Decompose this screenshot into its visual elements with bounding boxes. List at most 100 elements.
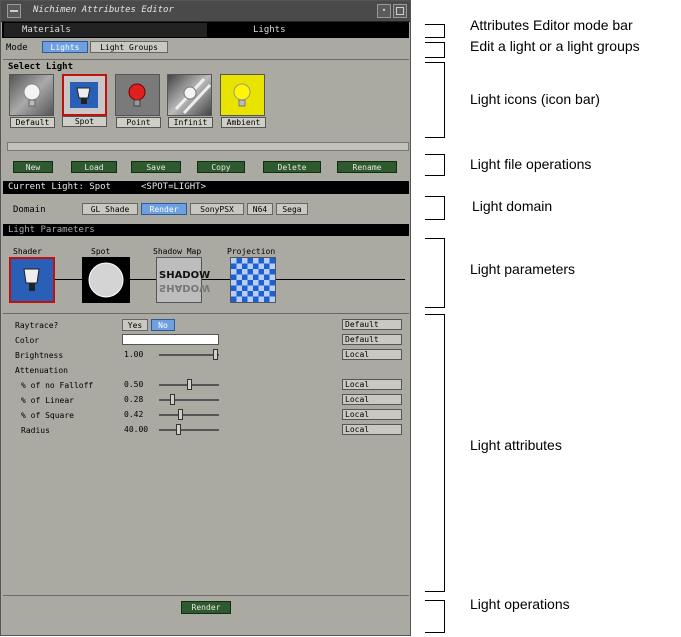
annotation-light-operations: Light operations: [470, 596, 570, 612]
annotation-light-parameters: Light parameters: [470, 261, 576, 277]
render-button[interactable]: Render: [181, 601, 231, 614]
light-icon-label: Ambient: [221, 117, 266, 128]
light-icon-label: Default: [10, 117, 55, 128]
select-light-heading: Select Light: [8, 62, 74, 72]
divider: [3, 595, 409, 596]
linear-slider-thumb[interactable]: [170, 394, 175, 405]
square-value[interactable]: 0.42: [122, 409, 158, 420]
falloff-source-button[interactable]: Local: [342, 379, 402, 390]
linear-value[interactable]: 0.28: [122, 394, 158, 405]
load-button[interactable]: Load: [71, 161, 117, 173]
light-icon-ambient[interactable]: Ambient: [220, 74, 266, 128]
new-button[interactable]: New: [13, 161, 53, 173]
radius-value[interactable]: 40.00: [122, 424, 158, 435]
color-source-button[interactable]: Default: [342, 334, 402, 345]
param-shadow-map-label: Shadow Map: [153, 247, 202, 256]
color-swatch[interactable]: [122, 334, 219, 345]
light-icon-infinite[interactable]: Infinit: [167, 74, 213, 128]
icon-bar-scrollbar[interactable]: [7, 142, 409, 151]
annotation-bracket: [425, 314, 445, 592]
spotlight-icon: [70, 82, 98, 108]
light-parameters-bar: Light Parameters: [3, 224, 409, 236]
param-projection-label: Projection: [227, 247, 276, 256]
radius-source-button[interactable]: Local: [342, 424, 402, 435]
param-shader-swatch[interactable]: [9, 257, 55, 303]
domain-sega-button[interactable]: Sega: [276, 203, 308, 215]
radius-slider-track[interactable]: [159, 429, 219, 431]
tab-materials[interactable]: Materials: [4, 23, 207, 37]
raytrace-yes-button[interactable]: Yes: [122, 319, 148, 331]
falloff-slider-thumb[interactable]: [186, 379, 192, 390]
copy-button[interactable]: Copy: [197, 161, 245, 173]
delete-button[interactable]: Delete: [263, 161, 321, 173]
spotlight-icon: [23, 268, 40, 291]
light-parameters-heading: Light Parameters: [8, 225, 95, 235]
mode-light-groups-button[interactable]: Light Groups: [90, 41, 168, 53]
domain-n64-button[interactable]: N64: [247, 203, 273, 215]
square-slider-track[interactable]: [159, 414, 219, 416]
square-label: % of Square: [21, 411, 74, 420]
annotation-file-operations: Light file operations: [470, 156, 592, 172]
divider: [3, 59, 409, 60]
brightness-slider-thumb[interactable]: [213, 349, 218, 360]
radius-slider-thumb[interactable]: [175, 424, 181, 435]
raytrace-source-button[interactable]: Default: [342, 319, 402, 330]
annotation-bracket: [425, 600, 445, 633]
infinite-light-icon: [174, 77, 212, 115]
maximize-icon[interactable]: [393, 4, 407, 18]
param-shadow-map-swatch[interactable]: SHADOW SHADOW: [156, 257, 210, 303]
falloff-value[interactable]: 0.50: [122, 379, 158, 390]
raytrace-no-button[interactable]: No: [151, 319, 175, 331]
param-spot-swatch[interactable]: [82, 257, 130, 303]
domain-render-button[interactable]: Render: [141, 203, 187, 215]
title-bar[interactable]: Nichimen Attributes Editor •: [1, 1, 410, 22]
linear-slider-track[interactable]: [159, 399, 219, 401]
mode-label: Mode: [6, 43, 28, 53]
current-light-tag: <SPOT=LIGHT>: [141, 182, 207, 192]
save-button[interactable]: Save: [131, 161, 181, 173]
light-icon-label: Spot: [62, 116, 107, 127]
brightness-label: Brightness: [15, 351, 64, 360]
spot-cone-icon: [88, 262, 124, 298]
square-slider-thumb[interactable]: [178, 409, 184, 420]
linear-source-button[interactable]: Local: [342, 394, 402, 405]
square-source-button[interactable]: Local: [342, 409, 402, 420]
annotation-bracket: [425, 62, 445, 138]
color-label: Color: [15, 336, 40, 345]
brightness-slider-track[interactable]: [159, 354, 219, 356]
minimize-icon[interactable]: •: [377, 4, 391, 18]
domain-gl-shade-button[interactable]: GL Shade: [82, 203, 138, 215]
window-menu-icon[interactable]: [7, 4, 21, 18]
window-title: Nichimen Attributes Editor: [33, 5, 174, 15]
radius-label: Radius: [21, 426, 50, 435]
param-spot-label: Spot: [91, 247, 111, 256]
tab-lights[interactable]: Lights: [209, 23, 409, 37]
mode-bar: Materials Lights: [2, 22, 409, 38]
rename-button[interactable]: Rename: [337, 161, 397, 173]
lightbulb-white-icon: [23, 83, 41, 107]
annotation-bracket: [425, 154, 445, 176]
linear-label: % of Linear: [21, 396, 74, 405]
annotation-light-icons: Light icons (icon bar): [470, 91, 600, 107]
lightbulb-yellow-icon: [233, 83, 251, 107]
domain-sonypsx-button[interactable]: SonyPSX: [190, 203, 244, 215]
attributes-editor-window: Nichimen Attributes Editor • Materials L…: [0, 0, 411, 636]
light-icon-default[interactable]: Default: [9, 74, 55, 128]
annotation-bracket: [425, 24, 445, 38]
annotation-bracket: [425, 238, 445, 308]
light-icon-point[interactable]: Point: [115, 74, 161, 128]
brightness-source-button[interactable]: Local: [342, 349, 402, 360]
annotation-bracket: [425, 42, 445, 58]
annotation-light-domain: Light domain: [472, 198, 553, 214]
annotation-mode-bar: Attributes Editor mode bar: [470, 17, 633, 33]
light-icon-spot[interactable]: Spot: [62, 74, 107, 127]
brightness-value[interactable]: 1.00: [122, 349, 158, 360]
annotation-bracket: [425, 196, 445, 220]
shadow-map-reflection: SHADOW: [159, 282, 211, 293]
param-projection-swatch[interactable]: [230, 257, 276, 303]
shadow-map-text: SHADOW: [159, 270, 211, 281]
falloff-label: % of no Falloff: [21, 381, 94, 390]
raytrace-label: Raytrace?: [15, 321, 59, 330]
mode-lights-button[interactable]: Lights: [42, 41, 88, 53]
domain-label: Domain: [13, 205, 46, 215]
